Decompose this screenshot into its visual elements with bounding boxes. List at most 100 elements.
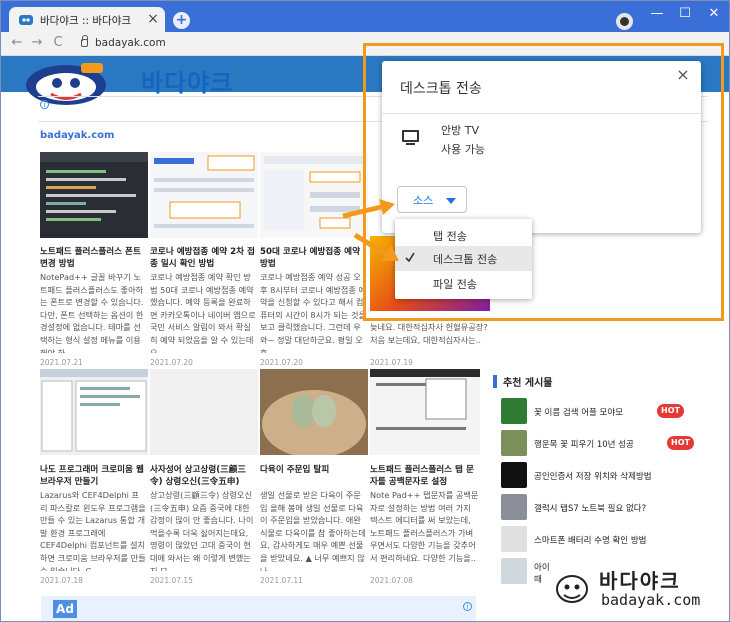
recommended-item[interactable]: 꽃 이름 검색 어플 모야모 HOT — [501, 398, 711, 426]
hot-badge: HOT — [657, 404, 684, 418]
monitor-icon — [402, 130, 419, 145]
battery-thumb-icon — [501, 526, 527, 552]
menu-item-label: 데스크톱 전송 — [433, 253, 498, 266]
post-date: 2021.07.20 — [260, 358, 303, 367]
minimize-button[interactable]: — — [643, 4, 671, 24]
cast-device-name[interactable]: 안방 TV — [441, 122, 479, 138]
post-excerpt: NotePad++ 글꼴 바꾸기 노트패드 플러스플러스도 좋아하는 폰트로 변… — [40, 272, 144, 353]
divider — [382, 113, 701, 114]
menu-item-label: 탭 전송 — [433, 230, 467, 243]
site-favicon-icon — [19, 15, 33, 25]
reload-icon[interactable]: C — [50, 35, 66, 51]
post-thumbnail[interactable] — [260, 369, 368, 455]
recommended-item-label: 아이 — [534, 563, 550, 573]
post-excerpt: 코로나 예방접종 예약 성공 오후 8시부터 코로나 예방접종 예약을 신청할 … — [260, 272, 366, 353]
lock-icon — [81, 35, 88, 47]
post-title[interactable]: 노트패드 플러스플러스 폰트 변경 방법 — [40, 246, 146, 270]
maximize-button[interactable]: ☐ — [671, 4, 699, 24]
arrow-to-desktop-cast-icon — [353, 232, 399, 261]
recommended-item-label: 때 — [534, 575, 542, 585]
post-excerpt: 코로나 예방접종 예약 확인 방법 50대 코로나 예방접종 예약했습니다. 예… — [150, 272, 256, 353]
bottom-ad-banner[interactable]: Ad i — [41, 596, 476, 621]
new-tab-button[interactable]: + — [173, 12, 190, 29]
close-icon[interactable]: × — [675, 67, 691, 83]
address-bar[interactable]: badayak.com — [73, 35, 373, 53]
forward-icon[interactable]: → — [29, 35, 45, 51]
succulent-photo-icon — [262, 390, 366, 455]
post-title[interactable]: 다육이 주문입 탈피 — [260, 464, 366, 476]
watermark-domain: badayak.com — [601, 591, 701, 609]
menu-item-tab-cast[interactable]: 탭 전송 — [395, 223, 532, 248]
caret-down-icon — [446, 198, 456, 204]
recommended-item-label: 꽃 이름 검색 어플 모야모 — [534, 408, 624, 418]
post-excerpt: 늦네요. 대한적십자사 헌혈유공장? 처음 보는데요, 대한적십자사는.. — [370, 322, 488, 345]
ad-info-icon[interactable]: i — [463, 602, 472, 611]
post-thumbnail[interactable] — [150, 369, 258, 455]
phone-thumb-icon — [501, 558, 527, 584]
source-menu: 탭 전송 데스크톱 전송 파일 전송 — [395, 219, 532, 299]
flower-thumb-icon — [501, 398, 527, 424]
post-title[interactable]: 노트패드 플러스플러스 탭 문자를 공백문자로 설정 — [370, 464, 480, 488]
tab-strip: 바다야크 :: 바다야크 × + — ☐ ✕ — [1, 1, 729, 32]
post-date: 2021.07.15 — [150, 576, 193, 585]
certificate-thumb-icon — [501, 462, 527, 488]
post-date: 2021.07.18 — [40, 576, 83, 585]
back-icon[interactable]: ← — [9, 35, 25, 51]
tablet-thumb-icon — [501, 494, 527, 520]
recommended-item[interactable]: 공인인증서 저장 위치와 삭제방법 — [501, 462, 711, 490]
cast-device-status: 사용 가능 — [441, 143, 485, 156]
menu-item-file-cast[interactable]: 파일 전송 — [395, 271, 532, 296]
arrow-to-source-icon — [342, 199, 395, 219]
post-excerpt: 생일 선물로 받은 다육이 주문입 올해 봄에 생일 선물로 다육이 주문입을 … — [260, 490, 366, 571]
menu-item-label: 파일 전송 — [433, 278, 477, 291]
post-thumbnail[interactable] — [40, 369, 148, 455]
post-excerpt: Note Pad++ 탭문자를 공백문자로 설정하는 방법 여러 가지 텍스트 … — [370, 490, 479, 563]
browser-tab[interactable]: 바다야크 :: 바다야크 × — [9, 7, 165, 32]
recommended-item-label: 행운목 꽃 피우기 10년 성공 — [534, 440, 634, 450]
url-text: badayak.com — [95, 37, 166, 49]
post-excerpt: 상고상령(三顧三令) 상령오신(三令五申) 요즘 중국에 대한 감정이 많이 안… — [150, 490, 254, 571]
browser-window: 바다야크 :: 바다야크 × + — ☐ ✕ ← → C badayak.com… — [0, 0, 730, 622]
site-brand[interactable]: 바다야크 — [141, 63, 233, 98]
post-title[interactable]: 사자성어 상고상령(三顧三令) 상령오신(三令五申) — [150, 464, 256, 488]
post-title[interactable]: 50대 코로나 예방접종 예약 방법 — [260, 246, 366, 270]
recommended-title: 추천 게시물 — [503, 378, 553, 389]
tab-close-icon[interactable]: × — [146, 11, 160, 27]
recommended-item[interactable]: 갤럭시 탭S7 노트북 필요 없다? — [501, 494, 711, 522]
webpage-screenshot-icon — [154, 155, 255, 228]
post-thumbnail[interactable] — [150, 152, 258, 238]
post-date: 2021.07.19 — [370, 358, 413, 367]
checkmark-icon — [405, 252, 415, 263]
menu-item-desktop-cast[interactable]: 데스크톱 전송 — [395, 246, 532, 271]
ad-info-icon[interactable]: i — [40, 100, 49, 109]
tab-title: 바다야크 :: 바다야크 — [40, 15, 132, 27]
post-thumbnail[interactable] — [370, 369, 480, 455]
recommended-item[interactable]: 행운목 꽃 피우기 10년 성공 HOT — [501, 430, 711, 458]
recommended-item[interactable]: 스마트폰 배터리 수명 확인 방법 — [501, 526, 711, 554]
post-thumbnail[interactable] — [40, 152, 148, 238]
ad-badge: Ad — [53, 600, 77, 618]
profile-icon[interactable] — [616, 13, 633, 30]
editor-screenshot-icon — [370, 369, 480, 430]
window-close-button[interactable]: ✕ — [700, 4, 728, 24]
post-title[interactable]: 코로나 예방접종 예약 2차 접종 일시 확인 방법 — [150, 246, 256, 270]
site-domain-label: badayak.com — [40, 130, 115, 141]
recommended-item-label: 스마트폰 배터리 수명 확인 방법 — [534, 536, 647, 546]
post-title[interactable]: 나도 프로그래머 크로미움 웹 브라우저 만들기 — [40, 464, 146, 488]
post-date: 2021.07.21 — [40, 358, 83, 367]
post-date: 2021.07.08 — [370, 576, 413, 585]
source-dropdown-button[interactable]: 소스 — [397, 186, 467, 213]
cast-dialog: 데스크톱 전송 × 안방 TV 사용 가능 소스 — [382, 61, 701, 233]
post-excerpt: Lazarus와 CEF4Delphi 프리 파스칼로 윈도우 프로그램을 만들… — [40, 490, 146, 571]
hot-badge: HOT — [667, 436, 694, 450]
recommended-heading: 추천 게시물 — [493, 372, 709, 392]
watermark-brand: 바다야크 — [599, 569, 681, 593]
post-date: 2021.07.20 — [150, 358, 193, 367]
source-label: 소스 — [413, 194, 434, 207]
ide-screenshot-icon — [40, 369, 148, 452]
recommended-item-label: 갤럭시 탭S7 노트북 필요 없다? — [534, 504, 647, 514]
recommended-item-label: 공인인증서 저장 위치와 삭제방법 — [534, 472, 652, 482]
post-date: 2021.07.11 — [260, 576, 303, 585]
code-screenshot-icon — [40, 152, 148, 221]
heading-accent-bar — [493, 375, 497, 388]
